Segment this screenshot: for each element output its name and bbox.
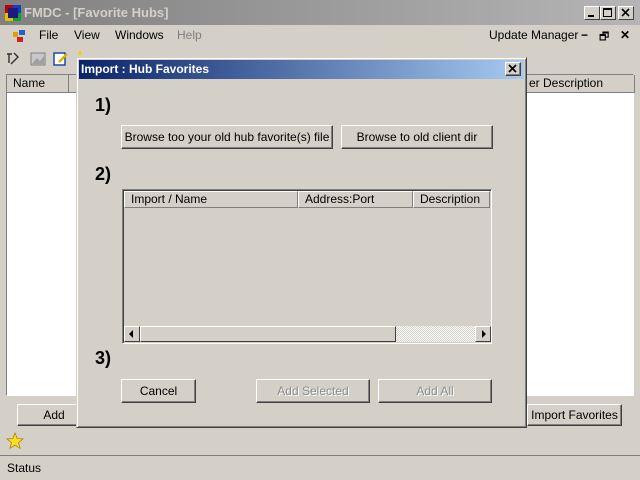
menu-file[interactable]: File <box>39 28 58 42</box>
main-titlebar[interactable]: FMDC - [Favorite Hubs] <box>0 0 640 25</box>
close-icon <box>621 8 630 17</box>
menu-help[interactable]: Help <box>177 28 202 42</box>
step-2-label: 2) <box>95 164 112 184</box>
window-title: FMDC - [Favorite Hubs] <box>24 5 169 20</box>
dialog-title: Import : Hub Favorites <box>81 62 210 76</box>
edit-icon[interactable] <box>53 51 69 67</box>
connect-icon[interactable] <box>5 51 21 67</box>
mdi-close-button[interactable]: ✕ <box>620 28 630 42</box>
arrow-right-icon <box>482 330 486 338</box>
column-header-description[interactable]: er Description <box>525 75 635 93</box>
horizontal-scrollbar[interactable] <box>124 326 491 342</box>
scrollbar-track[interactable] <box>396 326 475 342</box>
close-icon <box>508 64 517 73</box>
maximize-button[interactable] <box>600 6 616 20</box>
arrow-left-icon <box>129 330 133 338</box>
mdi-minimize-button[interactable]: − <box>581 28 588 42</box>
step-1-label: 1) <box>95 95 112 115</box>
mdi-restore-button[interactable]: 🗗 <box>599 28 609 47</box>
scrollbar-thumb[interactable] <box>140 326 396 342</box>
cancel-button[interactable]: Cancel <box>121 379 196 403</box>
import-favorites-button[interactable]: Import Favorites <box>527 404 622 426</box>
star-icon <box>6 432 24 450</box>
dialog-titlebar[interactable]: Import : Hub Favorites <box>79 60 524 79</box>
scroll-left-button[interactable] <box>124 326 140 342</box>
add-selected-button[interactable]: Add Selected <box>256 379 370 403</box>
dialog-close-button[interactable] <box>505 62 521 76</box>
column-header-name[interactable]: Name <box>7 75 69 93</box>
column-header-address-port[interactable]: Address:Port <box>298 191 413 208</box>
step-3-label: 3) <box>95 348 112 368</box>
minimize-button[interactable] <box>584 6 600 20</box>
import-hubs-list[interactable]: Import / Name Address:Port Description <box>122 189 492 344</box>
menu-view[interactable]: View <box>74 28 100 42</box>
update-manager-link[interactable]: Update Manager <box>489 28 578 42</box>
browse-favorites-file-button[interactable]: Browse too your old hub favorite(s) file <box>121 125 333 149</box>
menu-bar: File View Windows Help Update Manager − … <box>0 25 640 46</box>
status-text: Status <box>7 461 42 475</box>
close-button[interactable] <box>618 6 634 20</box>
status-bar: Status <box>0 455 640 480</box>
column-header-import-name[interactable]: Import / Name <box>124 191 298 208</box>
add-all-button[interactable]: Add All <box>378 379 492 403</box>
image-icon[interactable] <box>30 51 46 67</box>
scroll-right-button[interactable] <box>475 326 491 342</box>
minimize-icon <box>588 15 594 17</box>
column-header-description[interactable]: Description <box>413 191 490 208</box>
maximize-icon <box>603 8 612 17</box>
browse-old-client-dir-button[interactable]: Browse to old client dir <box>341 125 493 149</box>
import-hub-favorites-dialog: Import : Hub Favorites 1) Browse too you… <box>76 57 527 428</box>
menu-windows[interactable]: Windows <box>115 28 164 42</box>
favorite-star-icon[interactable] <box>74 49 86 57</box>
fmdc-app-icon <box>5 5 21 21</box>
mdi-child-icon <box>13 30 25 42</box>
